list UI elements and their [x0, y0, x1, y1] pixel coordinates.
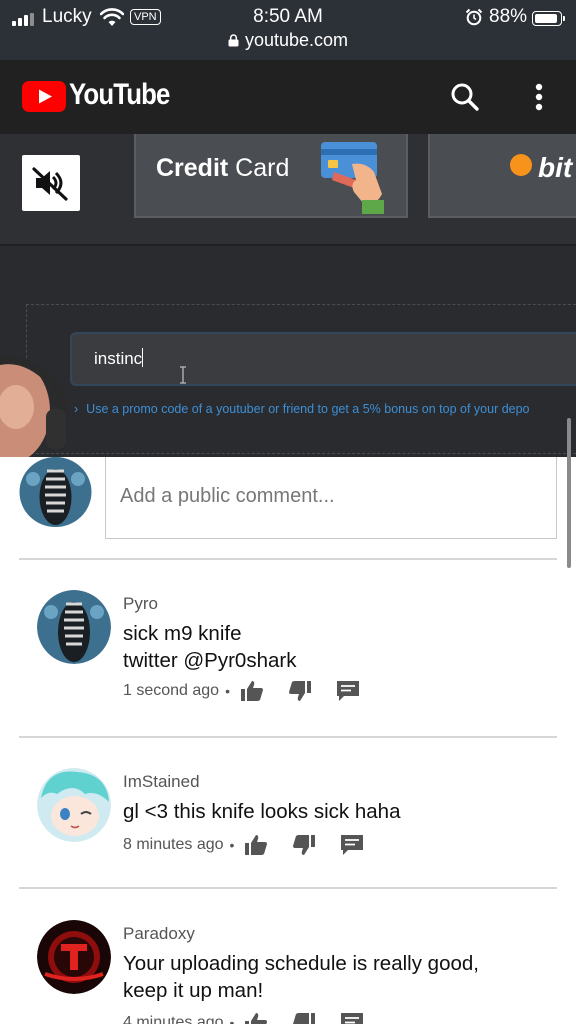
separator-dot: • [225, 683, 230, 699]
comment-author[interactable]: Pyro [123, 594, 158, 614]
thumbs-up-icon[interactable] [244, 1012, 268, 1024]
muted-speaker-icon [32, 167, 68, 201]
divider [19, 887, 557, 889]
status-bar: Lucky VPN 8:50 AM 88% youtube.com [0, 0, 576, 60]
lock-icon [228, 34, 239, 47]
video-player[interactable]: Credit Card bit instinc › Use a promo cod… [0, 134, 576, 457]
promo-code-value: instinc [94, 349, 143, 368]
comment-meta: 1 second ago • [123, 680, 360, 702]
promo-code-input[interactable]: instinc [72, 334, 576, 384]
text-caret [142, 348, 144, 367]
battery-icon [532, 11, 565, 26]
thumbs-down-icon[interactable] [288, 680, 312, 702]
youtube-wordmark[interactable]: YouTube [69, 78, 170, 112]
ibeam-cursor-icon [180, 366, 186, 384]
credit-card-hand-icon [321, 142, 384, 214]
avatar[interactable] [37, 768, 111, 842]
bitcoin-label: bit [538, 152, 573, 183]
promo-hint: › Use a promo code of a youtuber or frien… [74, 402, 530, 416]
comment-line: Your uploading schedule is really good, [123, 952, 479, 975]
comment-line: twitter @Pyr0shark [123, 649, 297, 672]
chevron-right-icon: › [74, 402, 79, 416]
mute-button[interactable] [22, 155, 80, 211]
credit-card-option: Credit Card [134, 134, 408, 218]
comment-meta: 8 minutes ago • [123, 834, 364, 856]
bitcoin-option: bit [428, 134, 576, 218]
comment-input[interactable] [120, 479, 540, 513]
bitcoin-icon [510, 154, 532, 176]
thumbs-up-icon[interactable] [244, 834, 268, 856]
reply-icon[interactable] [336, 680, 360, 702]
battery-percent: 88% [489, 6, 528, 27]
comment-time: 8 minutes ago [123, 836, 224, 853]
thumbs-up-icon[interactable] [240, 680, 264, 702]
youtube-header: YouTube [0, 60, 576, 134]
address-bar[interactable]: youtube.com [0, 30, 576, 51]
comment-meta: 4 minutes ago • [123, 1012, 364, 1024]
avatar[interactable] [19, 457, 92, 527]
comment-text: gl <3 this knife looks sick haha [123, 798, 543, 825]
reply-icon[interactable] [340, 1012, 364, 1024]
comment-author[interactable]: Paradoxy [123, 924, 195, 944]
comment-time: 1 second ago [123, 682, 220, 699]
comment-line: keep it up man! [123, 979, 264, 1002]
comment-text: sick m9 knife twitter @Pyr0shark [123, 620, 543, 674]
alarm-icon [465, 8, 483, 26]
webcam-overlay [0, 356, 67, 457]
comment-line: sick m9 knife [123, 622, 242, 645]
divider [19, 558, 557, 560]
more-options-icon[interactable] [524, 80, 554, 114]
comment-text: Your uploading schedule is really good, … [123, 950, 543, 1004]
comment-time: 4 minutes ago [123, 1014, 224, 1024]
thumbs-down-icon[interactable] [292, 1012, 316, 1024]
comment-line: gl <3 this knife looks sick haha [123, 800, 401, 823]
comment-author[interactable]: ImStained [123, 772, 200, 792]
separator-dot: • [229, 837, 235, 853]
search-icon[interactable] [448, 80, 482, 114]
url-text: youtube.com [244, 30, 349, 50]
avatar[interactable] [37, 590, 111, 664]
promo-value-wrap: instinc [94, 348, 144, 369]
divider [19, 736, 557, 738]
scrollbar[interactable] [567, 418, 571, 568]
comment-input-box[interactable] [105, 457, 557, 539]
thumbs-down-icon[interactable] [292, 834, 316, 856]
reply-icon[interactable] [340, 834, 364, 856]
separator-dot: • [229, 1015, 235, 1024]
credit-label-rest: Card [228, 154, 290, 182]
video-frame-divider [0, 244, 576, 246]
youtube-logo-icon[interactable] [22, 81, 66, 112]
credit-label-bold: Credit [156, 154, 229, 182]
promo-hint-text: Use a promo code of a youtuber or friend… [86, 402, 530, 416]
avatar[interactable] [37, 920, 111, 994]
